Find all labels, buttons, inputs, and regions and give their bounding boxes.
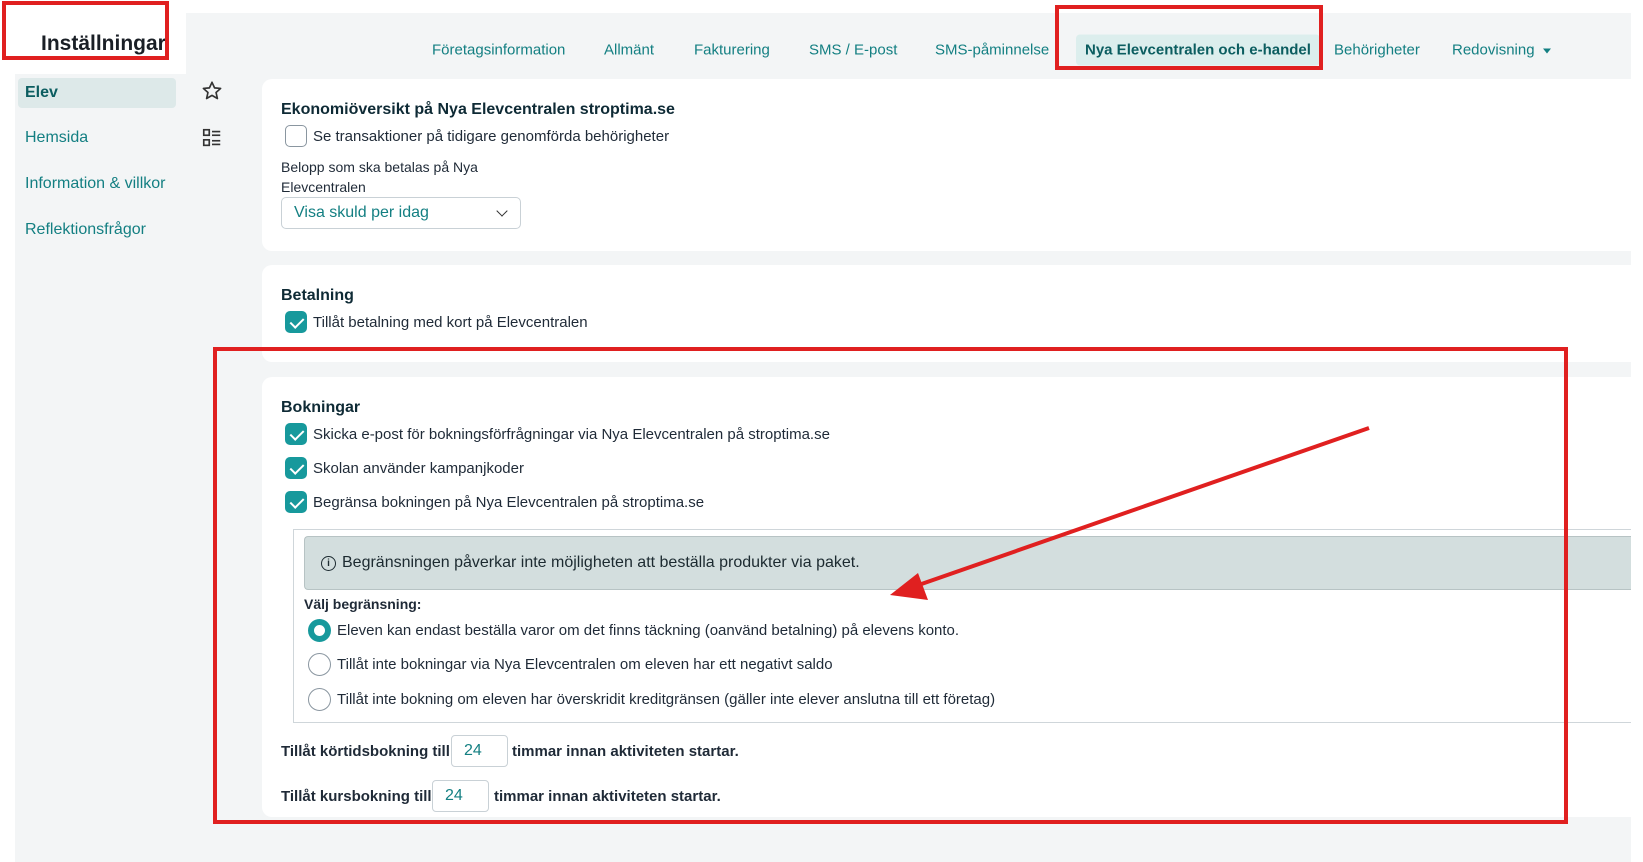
info-alert-text: Begränsningen påverkar inte möjligheten … [342, 554, 860, 571]
course-booking-hours-input[interactable]: 24 [432, 780, 489, 812]
settings-app: Inställningar Företagsinformation Allmän… [15, 13, 1631, 862]
radio-negative-balance[interactable] [308, 653, 331, 676]
payment-card: Betalning Tillåt betalning med kort på E… [262, 265, 1631, 362]
top-navigation: Företagsinformation Allmänt Fakturering … [186, 26, 1631, 78]
radio-credit-limit[interactable] [308, 688, 331, 711]
booking-email-label: Skicka e-post för bokningsförfrågningar … [313, 426, 830, 443]
list-layout-icon[interactable] [201, 127, 223, 149]
campaign-codes-label: Skolan använder kampanjkoder [313, 460, 524, 477]
restrict-booking-checkbox[interactable] [285, 491, 307, 513]
sidebar-item-information-villkor[interactable]: Information & villkor [18, 169, 218, 199]
short-booking-prefix: Tillåt körtidsbokning till [281, 743, 450, 760]
sidebar-item-elev[interactable]: Elev [18, 78, 176, 108]
payment-heading: Betalning [281, 287, 354, 304]
booking-email-checkbox[interactable] [285, 423, 307, 445]
radio-coverage-only-label: Eleven kan endast beställa varor om det … [337, 622, 960, 639]
tab-sms-epost[interactable]: SMS / E-post [809, 42, 897, 59]
amount-select-value: Visa skuld per idag [294, 204, 429, 221]
campaign-codes-checkbox[interactable] [285, 457, 307, 479]
page-title-box: Inställningar [15, 13, 186, 74]
see-transactions-checkbox[interactable] [285, 125, 307, 147]
sidebar-item-hemsida[interactable]: Hemsida [18, 123, 176, 153]
bookings-heading: Bokningar [281, 399, 361, 416]
economy-heading: Ekonomiöversikt på Nya Elevcentralen str… [281, 101, 675, 118]
radio-coverage-only[interactable] [308, 619, 331, 642]
card-payment-label: Tillåt betalning med kort på Elevcentral… [313, 314, 588, 331]
radio-credit-limit-label: Tillåt inte bokning om eleven har översk… [337, 691, 996, 708]
sidebar: Elev Hemsida Information & villkor Refle… [15, 78, 245, 862]
course-booking-suffix: timmar innan aktiviteten startar. [494, 788, 721, 805]
tab-foretagsinformation[interactable]: Företagsinformation [432, 42, 565, 59]
restriction-label: Välj begränsning: [304, 596, 422, 612]
restrict-booking-label: Begränsa bokningen på Nya Elevcentralen … [313, 494, 705, 511]
sidebar-item-label: Elev [25, 84, 58, 101]
tab-allmant[interactable]: Allmänt [604, 42, 654, 59]
amount-label: Belopp som ska betalas på Nya Elevcentra… [281, 159, 478, 195]
info-icon: i [321, 555, 336, 571]
page-title: Inställningar [41, 31, 166, 55]
short-booking-suffix: timmar innan aktiviteten startar. [512, 743, 739, 760]
tab-sms-paminnelse[interactable]: SMS-påminnelse [935, 42, 1049, 59]
sidebar-item-label: Information & villkor [25, 175, 166, 192]
restriction-panel: i Begränsningen påverkar inte möjlighete… [293, 529, 1631, 723]
sidebar-item-reflektionsfragor[interactable]: Reflektionsfrågor [18, 215, 218, 245]
chevron-down-icon [496, 205, 508, 217]
bookings-card: Bokningar Skicka e-post för bokningsförf… [262, 377, 1631, 817]
tab-nya-elevcentralen[interactable]: Nya Elevcentralen och e-handel [1076, 34, 1320, 66]
sidebar-item-label: Reflektionsfrågor [25, 221, 146, 238]
tab-redovisning-label: Redovisning [1452, 41, 1535, 59]
short-booking-hours-input[interactable]: 24 [451, 735, 508, 767]
see-transactions-label: Se transaktioner på tidigare genomförda … [313, 128, 670, 145]
sidebar-item-label: Hemsida [25, 129, 89, 146]
info-alert: i Begränsningen påverkar inte möjlighete… [304, 536, 1631, 590]
economy-card: Ekonomiöversikt på Nya Elevcentralen str… [262, 79, 1631, 251]
caret-down-icon [1542, 48, 1551, 54]
card-payment-checkbox[interactable] [285, 311, 307, 333]
radio-negative-balance-label: Tillåt inte bokningar via Nya Elevcentra… [337, 656, 833, 673]
amount-select[interactable]: Visa skuld per idag [281, 197, 521, 229]
star-icon[interactable] [201, 80, 223, 102]
course-booking-prefix: Tillåt kursbokning till [281, 788, 432, 805]
tab-redovisning[interactable]: Redovisning [1452, 42, 1551, 59]
tab-fakturering[interactable]: Fakturering [694, 42, 770, 59]
tab-behorigheter[interactable]: Behörigheter [1334, 42, 1420, 59]
